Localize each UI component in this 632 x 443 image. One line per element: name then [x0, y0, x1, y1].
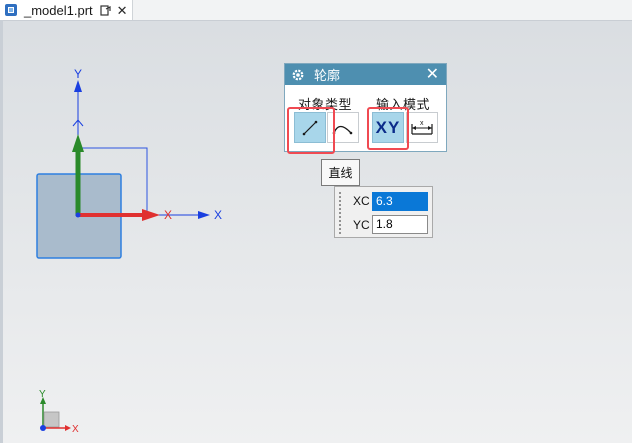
- gear-icon[interactable]: [291, 68, 305, 82]
- panel-close-button[interactable]: ✕: [426, 66, 439, 83]
- svg-text:x: x: [420, 120, 424, 127]
- red-arrow-icon: [142, 209, 160, 221]
- yc-input[interactable]: 1.8: [372, 215, 428, 234]
- y-axis-arrow-icon: [74, 80, 82, 92]
- profile-panel: 轮廓 ✕ 对象类型 输入模式 XY x: [284, 63, 447, 154]
- parameter-mode-icon: x: [411, 120, 433, 135]
- x-axis-label: X: [214, 208, 222, 222]
- svg-text:Y: Y: [39, 389, 46, 400]
- xy-highlight-box: [367, 107, 409, 150]
- y-axis-label: Y: [74, 67, 82, 81]
- green-arrow-icon: [72, 134, 84, 152]
- red-x-handle: [78, 213, 144, 217]
- line-highlight-box: [287, 107, 335, 154]
- xc-input[interactable]: 6.3: [372, 192, 428, 211]
- view-triad: Y X: [39, 389, 79, 435]
- origin-point: [75, 212, 81, 218]
- xc-label: XC: [353, 194, 370, 208]
- profile-panel-header: 轮廓 ✕: [285, 64, 446, 85]
- coordinate-input-box: XC 6.3 YC 1.8: [334, 186, 433, 238]
- svg-text:X: X: [72, 424, 79, 435]
- parameter-mode-button[interactable]: x: [406, 112, 438, 143]
- drag-grip-handle[interactable]: [338, 191, 342, 235]
- yc-label: YC: [353, 218, 370, 232]
- green-y-handle: [75, 150, 81, 216]
- panel-title: 轮廓: [314, 68, 341, 83]
- line-tooltip: 直线: [321, 159, 360, 186]
- x-axis-arrow-icon: [198, 211, 210, 219]
- x-red-label: X: [164, 208, 172, 222]
